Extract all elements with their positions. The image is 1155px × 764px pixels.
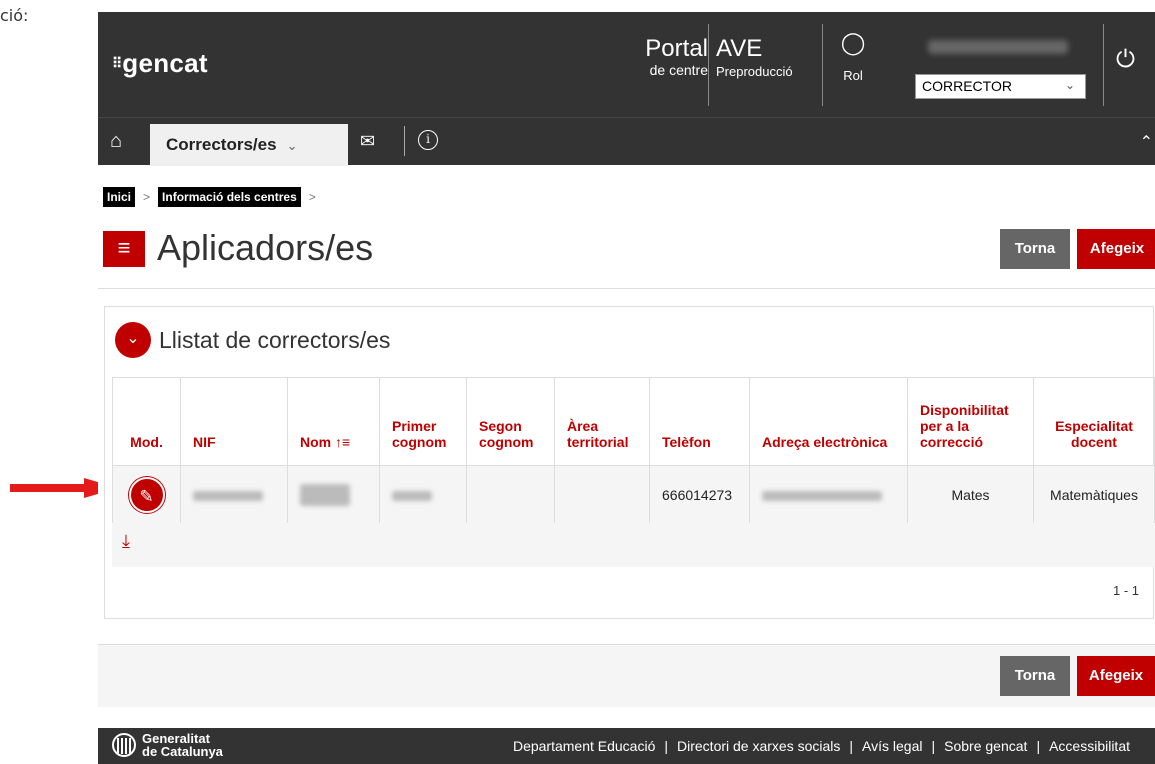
cell-disponibilitat: Mates — [907, 465, 1034, 524]
cell-adreca — [749, 465, 908, 524]
info-icon[interactable]: i — [418, 130, 438, 150]
title-row: ≡ Aplicadors/es Torna Afegeix — [103, 227, 1155, 277]
page-title: Aplicadors/es — [157, 227, 374, 268]
breadcrumb: Inici > Informació dels centres > — [103, 187, 324, 207]
footer-link-xarxes[interactable]: Directori de xarxes socials — [668, 738, 849, 754]
footer-link-departament[interactable]: Departament Educació — [504, 738, 664, 754]
nav-divider — [404, 126, 405, 156]
footer-links: Departament Educació | Directori de xarxe… — [504, 738, 1139, 754]
tab-correctors[interactable]: Correctors/es ⌄ — [150, 124, 348, 166]
outer-label: ció: — [0, 6, 29, 25]
pagination-info: 1 - 1 — [1112, 583, 1139, 598]
chevron-down-icon: ⌄ — [286, 138, 298, 153]
gencat-dots-icon: ⠿ — [112, 55, 122, 71]
breadcrumb-home[interactable]: Inici — [103, 187, 136, 207]
generalitat-flag-icon — [112, 733, 136, 757]
download-row: ⤓ — [112, 523, 1155, 567]
col-disponibilitat[interactable]: Disponibilitat per a la correcció — [907, 377, 1034, 466]
cell-nif — [180, 465, 288, 524]
torna-button-bottom[interactable]: Torna — [1000, 656, 1070, 696]
footer-link-avis-legal[interactable]: Avís legal — [853, 738, 931, 754]
col-nif[interactable]: NIF — [180, 377, 288, 466]
gencat-logo[interactable]: ⠿gencat — [112, 48, 208, 79]
redacted-name — [300, 483, 350, 506]
main-nav: ⌂ Correctors/es ⌄ ✉ i ⌃ — [98, 117, 1155, 166]
redacted-nif — [193, 490, 263, 501]
download-icon[interactable]: ⤓ — [122, 531, 130, 552]
redacted-email — [762, 490, 882, 501]
header-divider — [708, 24, 709, 106]
footer-link-accessibilitat[interactable]: Accessibilitat — [1040, 738, 1139, 754]
breadcrumb-separator: > — [308, 190, 316, 204]
torna-button[interactable]: Torna — [1000, 229, 1070, 269]
username-blurred — [928, 40, 1068, 54]
correctors-table: Mod. NIF Nom ↑≡ Primer cognom Segon cogn… — [112, 377, 1155, 524]
edit-pencil-icon[interactable]: ✎ — [128, 476, 165, 513]
col-nom[interactable]: Nom ↑≡ — [287, 377, 380, 466]
footer-link-sobre-gencat[interactable]: Sobre gencat — [935, 738, 1036, 754]
breadcrumb-info-centres[interactable]: Informació dels centres — [158, 187, 301, 207]
footer: Generalitat de Catalunya Departament Edu… — [98, 728, 1155, 764]
cell-especialitat: Matemàtiques — [1033, 465, 1155, 524]
col-telefon[interactable]: Telèfon — [649, 377, 750, 466]
col-segon-cognom[interactable]: Segon cognom — [466, 377, 555, 466]
panel-title: Llistat de correctors/es — [159, 326, 391, 353]
table-row: ✎ 666014273 Mates Matemàtiques — [112, 465, 1155, 524]
afegeix-button[interactable]: Afegeix — [1077, 229, 1155, 269]
col-especialitat[interactable]: Especialitat docent — [1033, 377, 1155, 466]
generalitat-logo[interactable]: Generalitat de Catalunya — [112, 732, 223, 758]
chevron-down-icon[interactable]: ⌄ — [115, 322, 151, 358]
col-adreca[interactable]: Adreça electrònica — [749, 377, 908, 466]
app-window: ⠿gencat Portal de centre AVE Preproducci… — [98, 12, 1155, 764]
cell-area — [554, 465, 650, 524]
chevron-up-icon[interactable]: ⌃ — [1140, 132, 1153, 152]
col-mod: Mod. — [112, 377, 181, 466]
cell-nom — [287, 465, 380, 524]
col-area-territorial[interactable]: Àrea territorial — [554, 377, 650, 466]
cell-mod: ✎ — [112, 465, 181, 524]
breadcrumb-separator: > — [143, 190, 151, 204]
divider — [98, 288, 1155, 289]
header-divider — [822, 24, 823, 106]
correctors-panel: ⌄ Llistat de correctors/es Mod. NIF Nom … — [104, 306, 1155, 619]
top-header: ⠿gencat Portal de centre AVE Preproducci… — [98, 12, 1155, 117]
role-select[interactable]: CORRECTOR ⌄ — [915, 74, 1086, 99]
cell-telefon: 666014273 — [649, 465, 750, 524]
table-header-row: Mod. NIF Nom ↑≡ Primer cognom Segon cogn… — [112, 377, 1155, 466]
bottom-action-bar: Torna Afegeix — [98, 645, 1155, 707]
chevron-down-icon: ⌄ — [1064, 78, 1075, 92]
col-primer-cognom[interactable]: Primer cognom — [379, 377, 467, 466]
panel-header[interactable]: ⌄ Llistat de correctors/es — [115, 321, 390, 359]
cell-primer-cognom — [379, 465, 467, 524]
menu-icon[interactable]: ≡ — [103, 231, 145, 267]
user-icon: ◯ — [840, 30, 866, 55]
home-icon[interactable]: ⌂ — [110, 130, 122, 153]
cell-segon-cognom — [466, 465, 555, 524]
header-divider — [1103, 24, 1104, 106]
power-icon[interactable]: ⏻ — [1116, 46, 1135, 74]
afegeix-button-bottom[interactable]: Afegeix — [1077, 656, 1155, 696]
redacted-surname — [392, 490, 432, 501]
mail-icon[interactable]: ✉ — [360, 131, 375, 152]
